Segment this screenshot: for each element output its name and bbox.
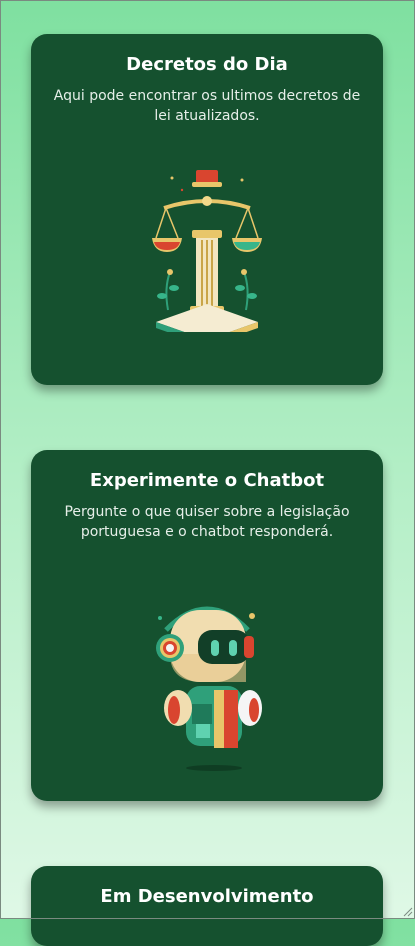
chatbot-card[interactable]: Experimente o Chatbot Pergunte o que qui… (31, 450, 383, 801)
resize-grip-icon[interactable] (403, 907, 413, 917)
em-desenvolvimento-card[interactable]: Em Desenvolvimento (31, 866, 383, 946)
decretos-card[interactable]: Decretos do Dia Aqui pode encontrar os u… (31, 34, 383, 385)
decretos-title: Decretos do Dia (126, 54, 288, 75)
robot-chatbot-icon (156, 606, 262, 771)
decretos-description: Aqui pode encontrar os ultimos decretos … (53, 88, 361, 124)
scales-of-justice-icon (152, 170, 262, 332)
chatbot-title: Experimente o Chatbot (89, 470, 325, 491)
chatbot-description: Pergunte o que quiser sobre a legislação… (64, 504, 350, 540)
em-desenvolvimento-title: Em Desenvolvimento (100, 886, 314, 907)
